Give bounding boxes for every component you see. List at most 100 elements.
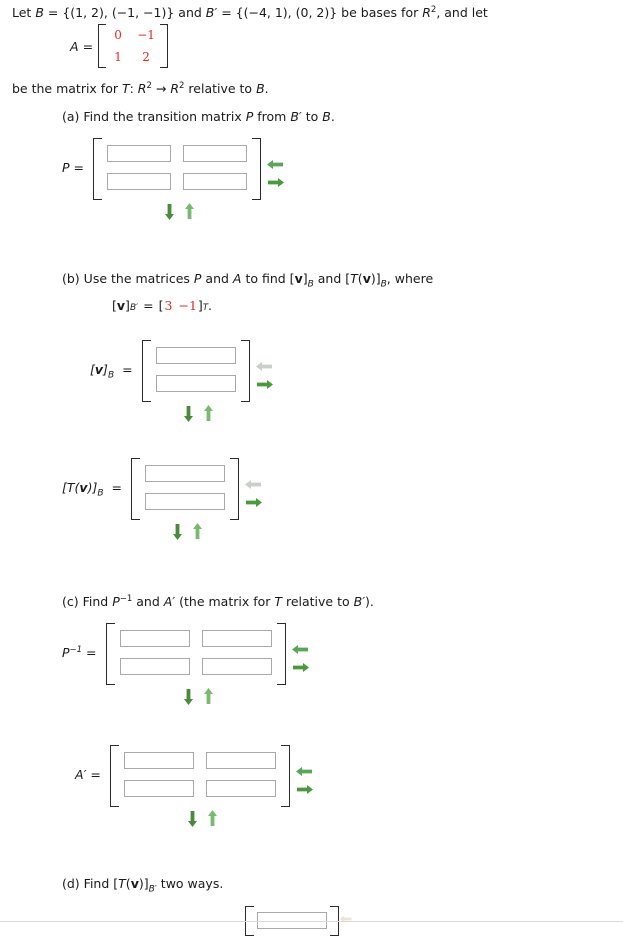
part-a-input-r2c2[interactable] — [183, 173, 247, 190]
arrow-right-icon[interactable] — [267, 177, 284, 188]
answer-aprime-left-bracket — [109, 745, 119, 807]
part-c-symbol-t: T — [274, 594, 282, 609]
answer-aprime-input-r1c1[interactable] — [123, 752, 194, 769]
arrow-down-icon[interactable] — [172, 523, 183, 540]
answer-vb-input-r1[interactable] — [155, 347, 236, 364]
part-a-text-mid: from — [253, 109, 291, 124]
arrow-up-icon[interactable] — [184, 203, 195, 220]
part-a-matrix — [93, 138, 284, 200]
answer-vb-bottom-arrows — [124, 405, 273, 422]
answer-aprime-matrix — [109, 745, 313, 807]
part-a-answer-label: P = — [62, 160, 84, 175]
arrow-left-icon[interactable] — [267, 159, 284, 170]
part-a-right-bracket — [252, 138, 261, 200]
answer-vb-input-r2[interactable] — [155, 375, 236, 392]
basis-bprime-set: {(−4, 1), (0, 2)} — [235, 5, 338, 20]
answer-tvb-group — [130, 458, 262, 540]
part-c-symbol-bprime: B′ — [353, 594, 366, 609]
answer-pinv-input-r2c2[interactable] — [201, 658, 272, 675]
arrow-down-icon[interactable] — [187, 810, 198, 827]
problem-page: Let B = {(1, 2), (−1, −1)} and B′ = {(−4… — [0, 0, 623, 936]
answer-vb-label: [v]B = — [90, 362, 133, 381]
answer-tvb-side-arrows — [244, 458, 262, 520]
part-a-side-arrows — [267, 138, 284, 200]
answer-tvb-input-r1[interactable] — [144, 465, 225, 482]
basis-b-symbol: B — [35, 5, 44, 20]
part-a-input-r1c2[interactable] — [183, 145, 247, 162]
given-vector-period: . — [208, 298, 212, 313]
part-c-text-and: and — [132, 594, 164, 609]
arrow-up-icon[interactable] — [203, 688, 214, 705]
line3-lead: be the matrix for — [12, 81, 122, 96]
arrow-right-icon[interactable] — [245, 497, 262, 508]
arrow-down-icon[interactable] — [183, 405, 194, 422]
codomain-symbol: R — [170, 81, 180, 96]
arrow-left-icon[interactable] — [295, 766, 313, 777]
answer-pinv-label: P−1 = — [62, 644, 97, 660]
arrow-up-icon[interactable] — [207, 810, 218, 827]
arrow-down-icon[interactable] — [164, 203, 175, 220]
answer-vb-left-bracket — [141, 340, 151, 402]
part-b-answer-vb-widget: [v]B = — [90, 340, 273, 422]
part-d-text-pre: Find — [79, 876, 114, 891]
arrow-up-icon[interactable] — [203, 405, 214, 422]
given-vector-entry-2: −1 — [178, 298, 197, 313]
transformation-symbol: T — [121, 81, 130, 96]
answer-pinv-input-r1c2[interactable] — [201, 630, 272, 647]
given-matrix-a: A = 0 −1 1 2 — [70, 24, 169, 68]
answer-tvb-input-r2[interactable] — [144, 493, 225, 510]
matrix-a-equals: = — [82, 38, 94, 54]
part-c-text-end-2: relative to — [282, 594, 354, 609]
answer-vb-group — [141, 340, 273, 422]
matrix-a-entry-r2c2: 2 — [142, 50, 150, 64]
arrow-up-icon[interactable] — [192, 523, 203, 540]
part-d-tag: (d) — [62, 876, 80, 891]
part-a-input-r1c1[interactable] — [107, 145, 171, 162]
statement-conjunction: and — [174, 5, 206, 20]
part-d-prompt: (d) Find [T(v)]B′ two ways. — [62, 876, 224, 895]
arrow-left-icon[interactable] — [244, 479, 262, 490]
part-b-given-vector: [[v]v]B′ = [3−1]T. — [112, 298, 212, 313]
part-c-tag: (c) — [62, 594, 79, 609]
given-vector-row-open: [ — [158, 298, 164, 313]
part-a-symbol-bprime: B′ — [290, 109, 302, 124]
arrow-left-icon[interactable] — [291, 644, 309, 655]
matrix-a-label: A — [70, 38, 79, 54]
answer-vb-matrix — [141, 340, 273, 402]
part-c-answer-aprime-widget: A′ = — [75, 745, 313, 827]
answer-pinv-bottom-arrows — [88, 688, 309, 705]
answer-pinv-input-r2c1[interactable] — [119, 658, 190, 675]
part-a-input-r2c1[interactable] — [107, 173, 171, 190]
answer-aprime-input-r2c1[interactable] — [123, 780, 194, 797]
arrow-right-icon[interactable] — [296, 784, 313, 795]
arrow-right-icon[interactable] — [256, 379, 273, 390]
answer-tvb-matrix — [130, 458, 262, 520]
page-divider — [0, 921, 623, 922]
arrow-left-icon[interactable] — [255, 361, 273, 372]
part-a-text-mid-2: to — [301, 109, 323, 124]
arrow-right-icon[interactable] — [292, 662, 309, 673]
arrow-down-icon[interactable] — [183, 688, 194, 705]
answer-aprime-bottom-arrows — [92, 810, 313, 827]
answer-pinv-matrix — [105, 623, 309, 685]
part-c-symbol-aprime: A′ — [163, 594, 176, 609]
answer-tvb-left-bracket — [130, 458, 140, 520]
given-vector-entry-1: 3 — [164, 298, 173, 313]
answer-aprime-input-r2c2[interactable] — [205, 780, 276, 797]
answer-pinv-left-bracket — [105, 623, 115, 685]
line3-colon: : — [129, 81, 138, 96]
part-c-p-exponent: −1 — [119, 593, 133, 604]
answer-aprime-input-r1c2[interactable] — [205, 752, 276, 769]
answer-pinv-input-r1c1[interactable] — [119, 630, 190, 647]
line3-post: relative to — [184, 81, 257, 96]
part-a-left-bracket — [93, 138, 102, 200]
part-c-symbol-p: P — [112, 594, 120, 609]
part-b-text-pre: Use the matrices — [79, 271, 194, 286]
maps-to-arrow-icon: → — [151, 81, 171, 96]
answer-tvb-bottom-arrows — [113, 523, 262, 540]
given-vector-equals: = — [143, 298, 154, 313]
part-c-text-close: ). — [365, 594, 374, 609]
matrix-a-entry-r1c1: 0 — [114, 28, 122, 42]
matrix-a-left-bracket — [98, 24, 107, 68]
answer-aprime-group — [109, 745, 313, 827]
